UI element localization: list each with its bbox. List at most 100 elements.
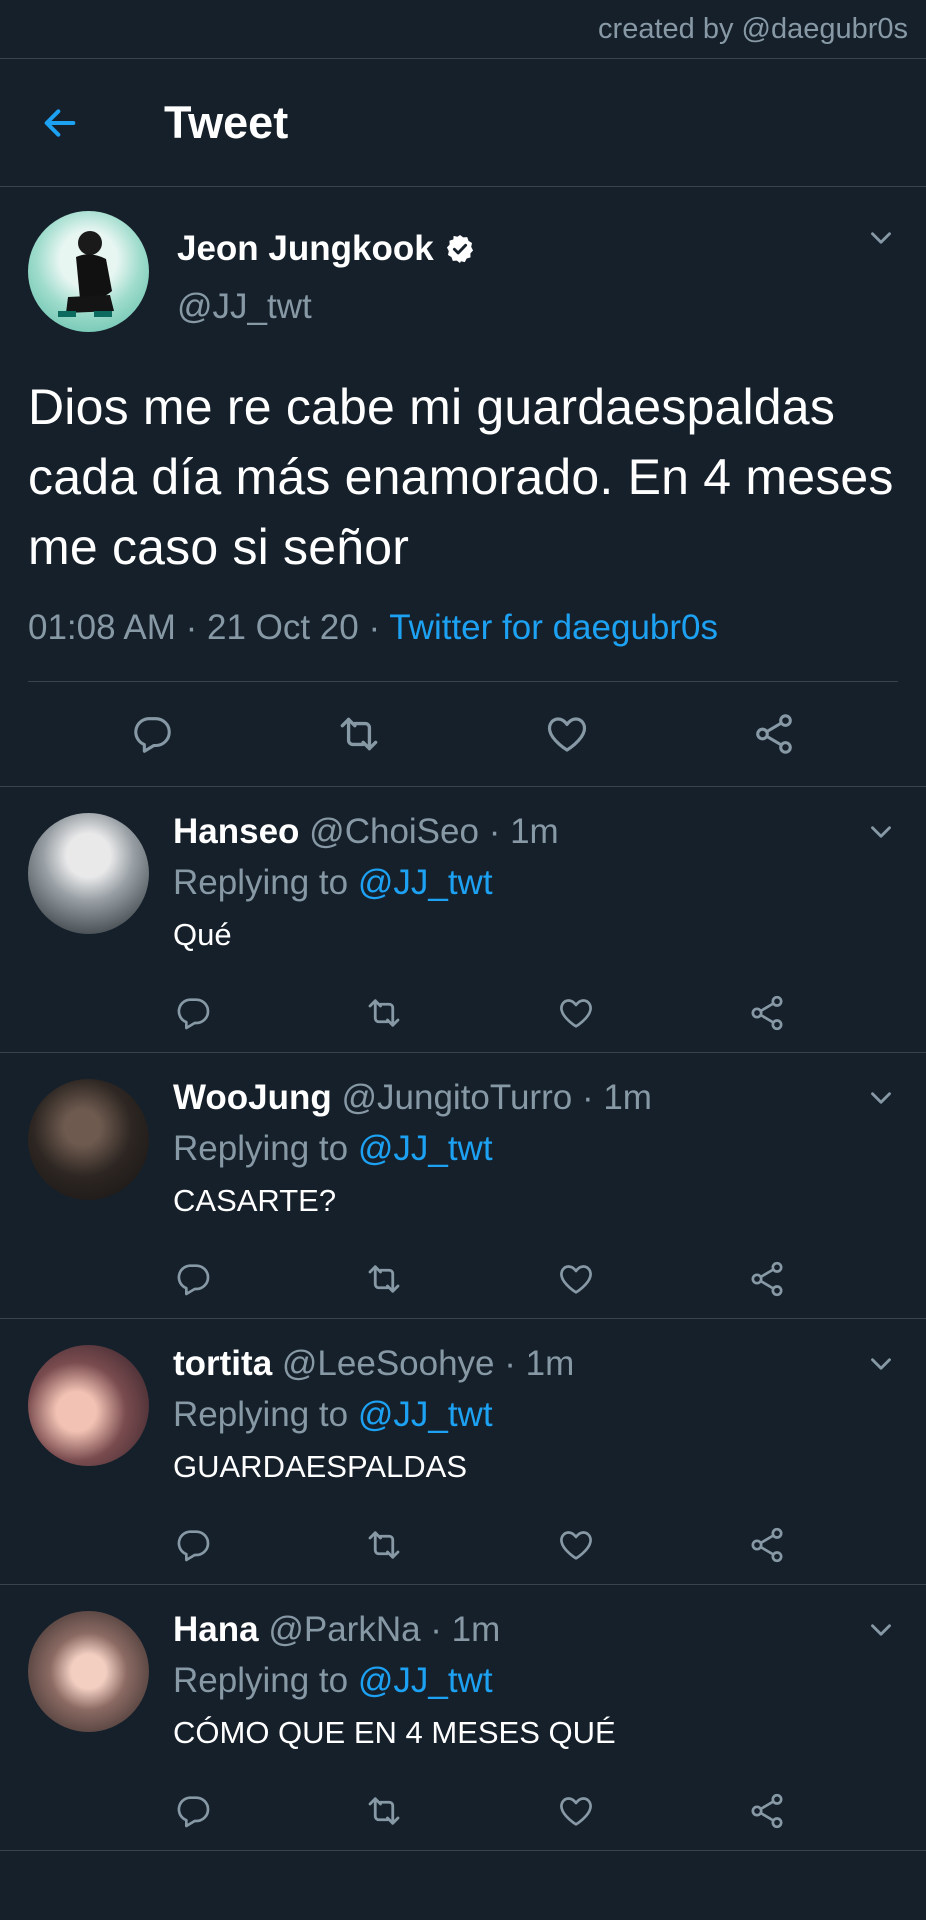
chevron-down-icon [871, 232, 891, 244]
top-bar: Tweet [0, 59, 926, 187]
replying-to-label: Replying to [173, 1661, 358, 1700]
replying-to-label: Replying to [173, 1129, 358, 1168]
like-icon [559, 999, 592, 1028]
retweet-icon [368, 999, 400, 1027]
reply-actions [165, 1251, 795, 1307]
reply-author-name[interactable]: WooJung [173, 1078, 332, 1117]
like-button[interactable] [548, 1783, 604, 1839]
share-button[interactable] [739, 1517, 795, 1573]
reply-author-name[interactable]: Hanseo [173, 812, 299, 851]
author-name-row[interactable]: Jeon Jungkook [177, 229, 476, 269]
replying-to-link[interactable]: @JJ_twt [358, 1661, 493, 1700]
replying-to-label: Replying to [173, 1395, 358, 1434]
reply-button[interactable] [165, 1517, 221, 1573]
share-button[interactable] [739, 985, 795, 1041]
reply-tweet[interactable]: WooJung @JungitoTurro · 1m Replying to @… [0, 1053, 926, 1319]
reply-author-name[interactable]: tortita [173, 1344, 272, 1383]
replies-list: Hanseo @ChoiSeo · 1m Replying to @JJ_twt… [0, 787, 926, 1851]
retweet-button[interactable] [356, 1251, 412, 1307]
share-icon [756, 714, 793, 754]
reply-options-button[interactable] [864, 815, 898, 854]
reply-time: · 1m [494, 1344, 575, 1383]
like-icon [559, 1531, 592, 1560]
like-button[interactable] [548, 1517, 604, 1573]
avatar[interactable] [28, 813, 149, 934]
replying-to-line: Replying to @JJ_twt [173, 1123, 886, 1175]
retweet-icon [340, 717, 378, 751]
avatar[interactable] [28, 211, 149, 332]
reply-text: CASARTE? [173, 1183, 337, 1218]
reply-button[interactable] [165, 1783, 221, 1839]
avatar[interactable] [28, 1345, 149, 1466]
like-icon [559, 1265, 592, 1294]
back-button[interactable] [0, 59, 120, 186]
reply-author-name[interactable]: Hana [173, 1610, 259, 1649]
reply-button[interactable] [165, 985, 221, 1041]
author-name[interactable]: Jeon Jungkook [177, 229, 434, 269]
share-icon [751, 1527, 783, 1563]
share-button[interactable] [739, 1783, 795, 1839]
reply-author-handle[interactable]: @JungitoTurro [342, 1078, 573, 1117]
reply-author-handle[interactable]: @LeeSoohye [282, 1344, 495, 1383]
share-button[interactable] [744, 704, 804, 764]
back-arrow-icon [44, 108, 76, 137]
like-button[interactable] [537, 704, 597, 764]
like-icon [559, 1797, 592, 1826]
like-icon [547, 717, 586, 752]
reply-time: · 1m [478, 812, 559, 851]
replying-to-label: Replying to [173, 863, 358, 902]
retweet-icon [368, 1797, 400, 1825]
reply-tweet[interactable]: tortita @LeeSoohye · 1m Replying to @JJ_… [0, 1319, 926, 1585]
main-tweet: Jeon Jungkook @JJ_twt Dios me re cabe mi… [0, 187, 926, 787]
retweet-button[interactable] [356, 1783, 412, 1839]
like-button[interactable] [548, 1251, 604, 1307]
reply-icon [177, 1796, 210, 1828]
watermark: created by @daegubr0s [0, 0, 926, 59]
tweet-actions [28, 682, 898, 786]
reply-actions [165, 1783, 795, 1839]
tweet-meta: 01:08 AM · 21 Oct 20 · Twitter for daegu… [28, 608, 898, 682]
reply-button[interactable] [122, 704, 182, 764]
share-icon [751, 1793, 783, 1829]
share-button[interactable] [739, 1251, 795, 1307]
chevron-down-icon [871, 1092, 891, 1104]
reply-tweet[interactable]: Hana @ParkNa · 1m Replying to @JJ_twt CÓ… [0, 1585, 926, 1851]
share-icon [751, 1261, 783, 1297]
reply-icon [177, 1530, 210, 1562]
retweet-button[interactable] [329, 704, 389, 764]
reply-icon [177, 998, 210, 1030]
retweet-icon [368, 1265, 400, 1293]
tweet-options-button[interactable] [864, 221, 898, 260]
reply-tweet[interactable]: Hanseo @ChoiSeo · 1m Replying to @JJ_twt… [0, 787, 926, 1053]
reply-time: · 1m [572, 1078, 652, 1117]
retweet-button[interactable] [356, 985, 412, 1041]
replying-to-link[interactable]: @JJ_twt [358, 1395, 493, 1434]
reply-options-button[interactable] [864, 1081, 898, 1120]
replying-to-line: Replying to @JJ_twt [173, 1655, 886, 1707]
reply-icon [134, 717, 171, 753]
replying-to-line: Replying to @JJ_twt [173, 857, 886, 909]
retweet-button[interactable] [356, 1517, 412, 1573]
reply-options-button[interactable] [864, 1613, 898, 1652]
reply-text: Qué [173, 917, 232, 952]
reply-button[interactable] [165, 1251, 221, 1307]
reply-text: CÓMO QUE EN 4 MESES QUÉ [173, 1715, 616, 1750]
chevron-down-icon [871, 1358, 891, 1370]
avatar[interactable] [28, 1079, 149, 1200]
replying-to-link[interactable]: @JJ_twt [358, 863, 493, 902]
verified-badge-icon [446, 235, 473, 263]
tweet-client-link[interactable]: Twitter for daegubr0s [389, 608, 718, 647]
reply-options-button[interactable] [864, 1347, 898, 1386]
retweet-icon [368, 1531, 400, 1559]
reply-author-handle[interactable]: @ParkNa [268, 1610, 420, 1649]
reply-time: · 1m [420, 1610, 501, 1649]
reply-actions [165, 985, 795, 1041]
avatar[interactable] [28, 1611, 149, 1732]
replying-to-link[interactable]: @JJ_twt [358, 1129, 493, 1168]
like-button[interactable] [548, 985, 604, 1041]
reply-actions [165, 1517, 795, 1573]
reply-text: GUARDAESPALDAS [173, 1449, 468, 1484]
tweet-timestamp: 01:08 AM · 21 Oct 20 · [28, 608, 390, 647]
reply-author-handle[interactable]: @ChoiSeo [309, 812, 479, 851]
author-handle[interactable]: @JJ_twt [177, 287, 476, 327]
